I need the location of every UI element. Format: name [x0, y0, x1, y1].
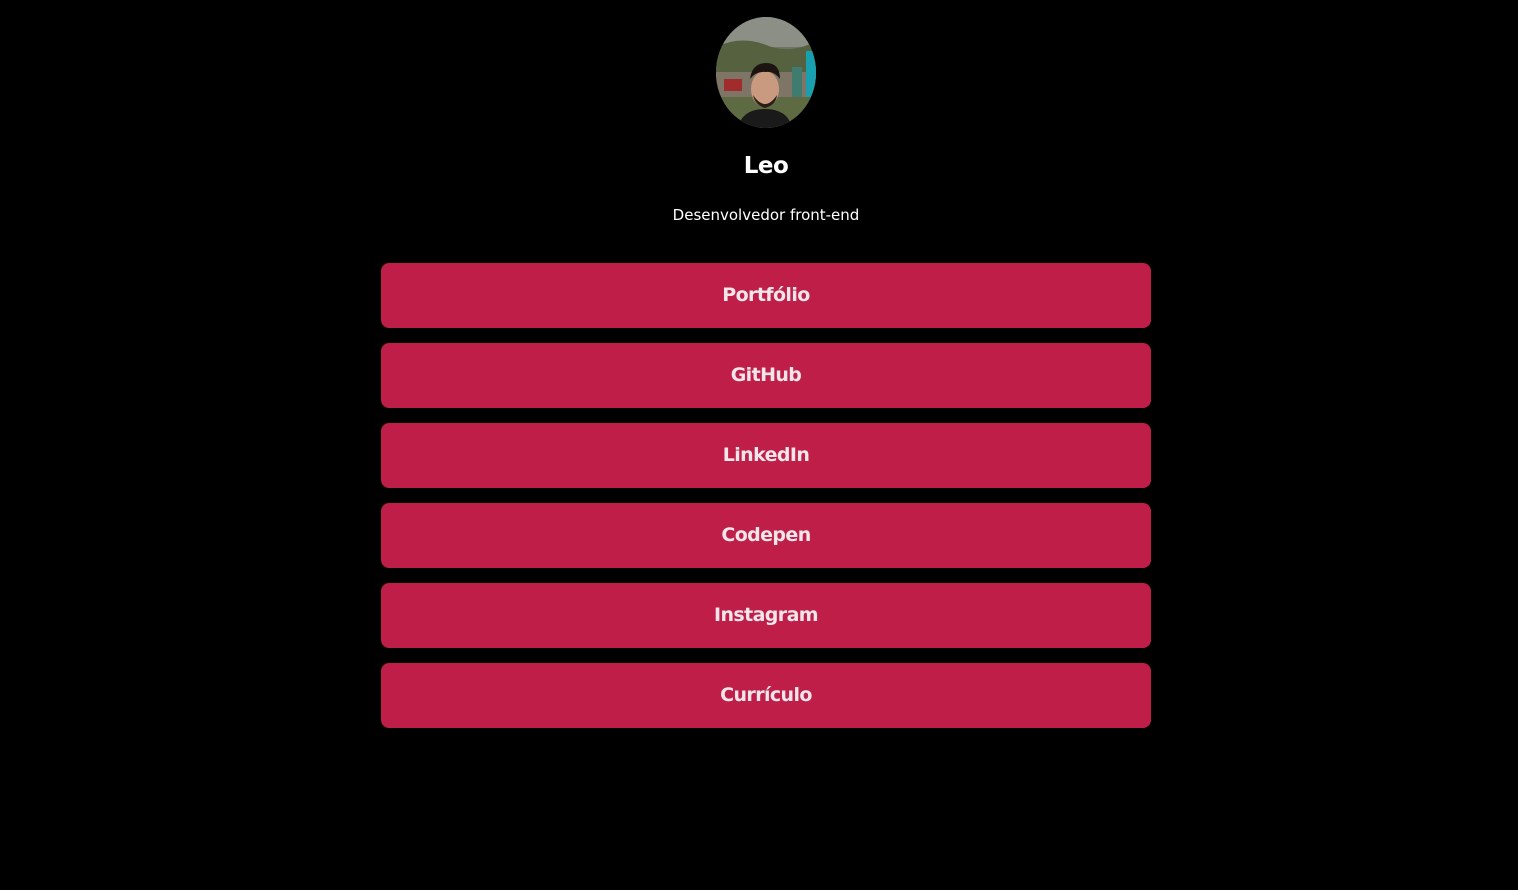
profile-subtitle: Desenvolvedor front-end [672, 206, 860, 224]
profile-photo [716, 17, 816, 128]
linkedin-link-button[interactable]: LinkedIn [381, 423, 1151, 488]
portfolio-link-button[interactable]: Portfólio [381, 263, 1151, 328]
codepen-link-button[interactable]: Codepen [381, 503, 1151, 568]
link-tree-page: Leo Desenvolvedor front-end Portfólio Gi… [0, 0, 1518, 890]
links-list: Portfólio GitHub LinkedIn Codepen Instag… [381, 263, 1151, 743]
github-link-button[interactable]: GitHub [381, 343, 1151, 408]
curriculo-link-button[interactable]: Currículo [381, 663, 1151, 728]
profile-name: Leo [743, 153, 789, 179]
instagram-link-button[interactable]: Instagram [381, 583, 1151, 648]
avatar [716, 17, 816, 128]
